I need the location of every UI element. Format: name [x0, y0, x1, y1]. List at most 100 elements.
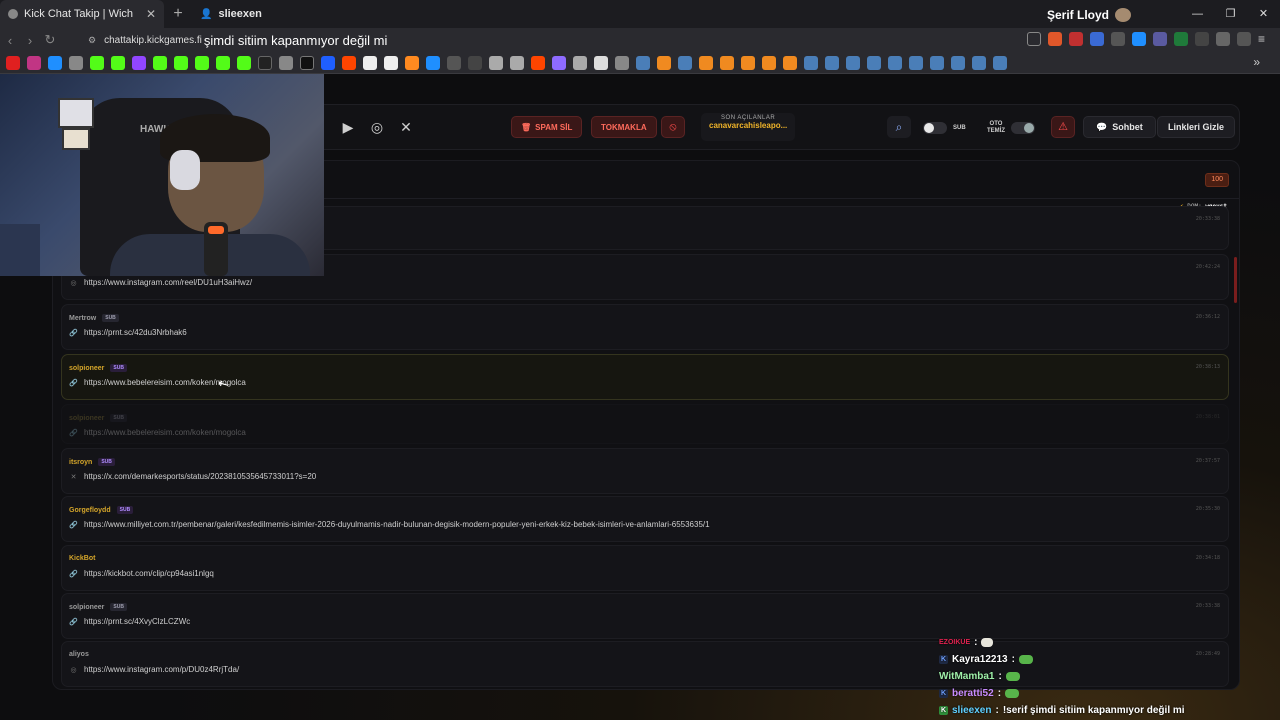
bookmark-kick-icon[interactable] — [153, 55, 167, 70]
puzzle-icon[interactable] — [1216, 32, 1230, 46]
bookmark-icon[interactable] — [321, 55, 335, 70]
message-username[interactable]: solpioneer SUB — [69, 414, 127, 422]
minimize-button[interactable]: — — [1181, 0, 1214, 28]
bookmark-icon[interactable] — [468, 55, 482, 70]
extension-icon[interactable] — [1195, 32, 1209, 46]
youtube-icon[interactable]: ▶ — [339, 119, 357, 137]
sidebar-icon[interactable] — [1237, 32, 1251, 46]
bookmark-icon[interactable] — [720, 55, 734, 70]
bookmark-kick-icon[interactable] — [237, 55, 251, 70]
extension-icon[interactable] — [1090, 32, 1104, 46]
spam-sil-button[interactable]: 🗑 SPAM SİL — [511, 116, 583, 138]
bookmark-steam-icon[interactable] — [678, 55, 692, 70]
ban-button[interactable]: ⦸ — [661, 116, 685, 138]
message-link[interactable]: https://x.com/demarkesports/status/20238… — [84, 472, 316, 481]
bookmark-icon[interactable] — [426, 55, 440, 70]
message-username[interactable]: solpioneer SUB — [69, 364, 127, 372]
restore-button[interactable]: ❐ — [1214, 0, 1247, 28]
bookmark-steam-icon[interactable] — [993, 55, 1007, 70]
bookmark-steam-icon[interactable] — [888, 55, 902, 70]
bookmark-steam-icon[interactable] — [804, 55, 818, 70]
sohbet-button[interactable]: 💬 Sohbet — [1083, 116, 1156, 138]
tab-kick-chat-takip[interactable]: Kick Chat Takip | Wich ✕ — [0, 0, 164, 28]
extension-icon[interactable] — [1153, 32, 1167, 46]
more-bookmarks-icon[interactable]: » — [1253, 55, 1260, 69]
share-icon[interactable] — [1027, 32, 1041, 46]
bookmark-icon[interactable] — [132, 55, 146, 70]
forward-arrow-icon[interactable]: › — [20, 33, 40, 48]
message-card[interactable]: KickBot 20:34:18 🔗 https://kickbot.com/clip… — [61, 545, 1229, 591]
bookmark-kick-icon[interactable] — [216, 55, 230, 70]
bookmark-steam-icon[interactable] — [636, 55, 650, 70]
extension-icon[interactable] — [1111, 32, 1125, 46]
message-link[interactable]: https://www.bebelereisim.com/koken/mogol… — [84, 428, 246, 437]
bookmark-tiktok-icon[interactable] — [258, 55, 272, 70]
bookmark-instagram-icon[interactable] — [27, 55, 41, 70]
message-username[interactable]: KickBot — [69, 555, 95, 562]
message-card[interactable]: Gorgefloydd SUB 20:35:30 🔗 https://www.milli… — [61, 496, 1229, 542]
message-username[interactable]: itsroyn SUB — [69, 458, 115, 466]
message-card[interactable]: itsroyn SUB 20:37:57 ✕ https://x.com/demarke… — [61, 448, 1229, 494]
bookmark-icon[interactable] — [111, 55, 125, 70]
bookmark-reddit-icon[interactable] — [342, 55, 356, 70]
scrollbar-thumb[interactable] — [1234, 257, 1237, 303]
bookmark-steam-icon[interactable] — [825, 55, 839, 70]
message-link[interactable]: https://prnt.sc/4XvyClzLCZWc — [84, 617, 190, 626]
bookmark-icon[interactable] — [405, 55, 419, 70]
message-card[interactable]: solpioneer SUB 20:38:01 🔗 https://www.bebele… — [61, 404, 1229, 444]
bookmark-steam-icon[interactable] — [846, 55, 860, 70]
instagram-icon[interactable]: ◎ — [368, 119, 386, 137]
bookmark-youtube-icon[interactable] — [6, 55, 20, 70]
bookmark-steam-icon[interactable] — [951, 55, 965, 70]
tokmakla-button[interactable]: TOKMAKLA — [591, 116, 657, 138]
bookmark-icon[interactable] — [762, 55, 776, 70]
message-username[interactable]: Gorgefloydd SUB — [69, 506, 134, 514]
message-card[interactable]: solpioneer SUB 20:38:13 🔗 https://www.bebele… — [61, 354, 1229, 400]
new-tab-button[interactable]: + — [164, 5, 192, 23]
message-link[interactable]: https://www.instagram.com/reel/DU1uH3aiH… — [84, 278, 252, 287]
message-username[interactable]: aliyos — [69, 651, 89, 658]
message-username[interactable]: Mertrow SUB — [69, 314, 119, 322]
bookmark-steam-icon[interactable] — [867, 55, 881, 70]
bookmark-icon[interactable] — [510, 55, 524, 70]
bookmark-icon[interactable] — [594, 55, 608, 70]
message-username[interactable]: solpioneer SUB — [69, 603, 127, 611]
bookmark-x-icon[interactable] — [300, 55, 314, 70]
bookmark-steam-icon[interactable] — [909, 55, 923, 70]
menu-icon[interactable]: ≡ — [1258, 32, 1272, 46]
recent-opened[interactable]: SON AÇILANLAR canavarcahisleapo... — [701, 113, 796, 141]
bookmark-icon[interactable] — [741, 55, 755, 70]
alert-button[interactable]: ⚠ — [1051, 116, 1075, 138]
bookmark-icon[interactable] — [69, 55, 83, 70]
sub-toggle[interactable] — [923, 122, 947, 134]
x-icon[interactable]: ✕ — [397, 119, 415, 137]
linkleri-gizle-button[interactable]: Linkleri Gizle — [1157, 116, 1236, 138]
message-card[interactable]: Mertrow SUB 20:36:12 🔗 https://prnt.sc/42du3… — [61, 304, 1229, 350]
bookmark-folder-icon[interactable] — [615, 55, 629, 70]
profile-chip[interactable]: Şerif Lloyd — [1047, 8, 1132, 22]
back-arrow-icon[interactable]: ‹ — [0, 33, 20, 48]
message-link[interactable]: https://www.instagram.com/p/DU0z4RrjTda/ — [84, 665, 239, 674]
brave-shield-icon[interactable] — [1048, 32, 1062, 46]
bookmark-icon[interactable] — [573, 55, 587, 70]
close-window-button[interactable]: ✕ — [1247, 0, 1280, 28]
bookmark-icon[interactable] — [783, 55, 797, 70]
bookmark-kick-icon[interactable] — [195, 55, 209, 70]
search-button[interactable]: ⌕ — [887, 116, 911, 138]
oto-temiz-toggle[interactable] — [1011, 122, 1035, 134]
bookmark-steam-icon[interactable] — [972, 55, 986, 70]
bookmark-steam-icon[interactable] — [930, 55, 944, 70]
bookmark-icon[interactable] — [48, 55, 62, 70]
message-link[interactable]: https://www.milliyet.com.tr/pembenar/gal… — [84, 520, 710, 529]
bookmark-kick-icon[interactable] — [174, 55, 188, 70]
message-link[interactable]: https://prnt.sc/42du3Nrbhak6 — [84, 328, 187, 337]
tab-slieexen[interactable]: 👤 slieexen — [192, 0, 312, 28]
bookmark-icon[interactable] — [363, 55, 377, 70]
bookmark-icon[interactable] — [90, 55, 104, 70]
url-field[interactable]: ⚙ chattakip.kickgames.fi şimdi sitiim ka… — [88, 30, 1078, 50]
bookmark-icon[interactable] — [384, 55, 398, 70]
bookmark-icon[interactable] — [447, 55, 461, 70]
bookmark-icon[interactable] — [552, 55, 566, 70]
tab-close-icon[interactable]: ✕ — [146, 7, 156, 21]
bookmark-icon[interactable] — [699, 55, 713, 70]
